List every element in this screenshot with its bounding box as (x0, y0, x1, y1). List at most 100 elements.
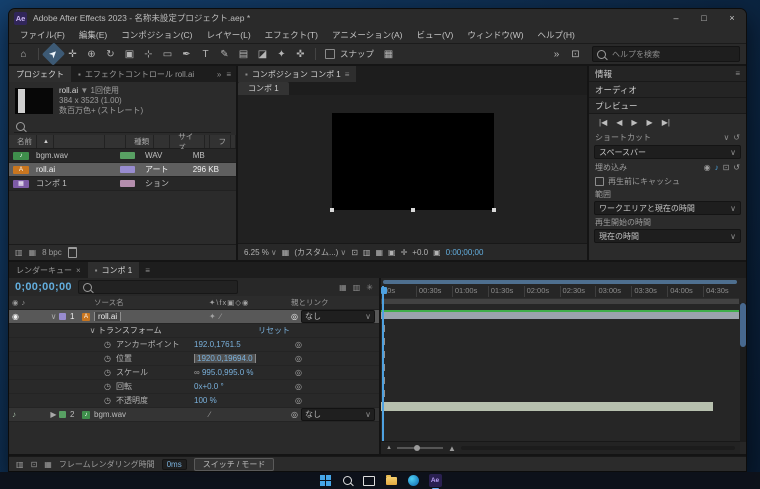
rectangle-tool[interactable]: ▭ (159, 46, 176, 62)
column-kind[interactable]: 種類 (126, 135, 171, 148)
video-toggle-icon[interactable]: ◉ (12, 312, 19, 321)
zoom-tool[interactable]: ⊕ (83, 46, 100, 62)
composition-mini-flowchart-icon[interactable]: ▦ (339, 283, 347, 292)
layer-switches[interactable]: ✦ ∕ (209, 312, 291, 321)
parent-select[interactable]: なし ∨ (300, 310, 375, 323)
panel-menu-icon[interactable]: ≡ (345, 70, 350, 79)
include-video-icon[interactable]: ◉ (704, 163, 711, 172)
vertical-scrollbar[interactable] (740, 303, 746, 442)
pen-tool[interactable]: ✒ (178, 46, 195, 62)
tab-render-queue[interactable]: レンダーキュー × (9, 262, 88, 278)
property-pickwhip-icon[interactable]: ◎ (293, 354, 379, 363)
stopwatch-icon[interactable]: ◷ (104, 354, 116, 363)
layer-row-roll[interactable]: ◉ ∨ 1 A roll.ai ✦ ∕ ◎ なし ∨ (9, 310, 379, 324)
property-row-rotation[interactable]: ◷ 回転 0x+0.0 ° ◎ (9, 380, 379, 394)
trash-icon[interactable] (67, 247, 77, 258)
property-row-opacity[interactable]: ◷ 不透明度 100 % ◎ (9, 394, 379, 408)
timeline-search[interactable] (77, 278, 238, 296)
timeline-graph[interactable]: 00s 00:30s 01:00s 01:30s 02:00s 02:30s 0… (381, 278, 746, 454)
first-frame-button[interactable]: |◀ (599, 118, 607, 127)
layer-handle[interactable] (329, 208, 334, 212)
property-value[interactable]: 192.0,1761.5 (194, 340, 293, 349)
magnification-select[interactable]: 6.25 % ∨ (244, 248, 277, 257)
draft-3d-icon[interactable]: ▥ (353, 283, 361, 292)
last-frame-button[interactable]: ▶| (662, 118, 670, 127)
selection-tool[interactable]: ➤ (41, 42, 66, 66)
mask-visibility-icon[interactable]: ▦ (375, 248, 383, 257)
parent-select[interactable]: なし ∨ (300, 408, 375, 421)
close-tab-icon[interactable]: × (76, 266, 81, 275)
taskbar-search-button[interactable] (341, 474, 354, 487)
file-explorer-button[interactable] (385, 474, 398, 487)
property-pickwhip-icon[interactable]: ◎ (293, 396, 379, 405)
minimize-button[interactable]: – (662, 9, 690, 27)
twirl-closed-icon[interactable]: ▶ (48, 410, 59, 419)
property-name[interactable]: 不透明度 (116, 395, 194, 406)
link-dimensions-icon[interactable]: ∞ (194, 368, 200, 377)
layer-handle[interactable] (410, 208, 415, 212)
property-value[interactable]: 995.0,995.0 % (202, 368, 254, 377)
graph-editor-icon[interactable]: ✳ (366, 283, 373, 292)
status-toggle-icon-3[interactable]: ▦ (44, 460, 52, 469)
help-search-input[interactable] (610, 48, 735, 60)
tab-project[interactable]: プロジェクト (9, 66, 71, 82)
property-value[interactable]: 100 % (194, 396, 293, 405)
property-row-position[interactable]: ◷ 位置 1920.0,19694.0 ◎ (9, 352, 379, 366)
transparency-grid-icon[interactable]: ▥ (363, 248, 371, 257)
parent-pickwhip-icon[interactable]: ◎ (291, 410, 298, 419)
play-from-select[interactable]: 現在の時間 ∨ (594, 229, 741, 243)
zoom-slider-knob[interactable] (413, 445, 420, 451)
flyout-icon[interactable]: ▼ (80, 86, 88, 95)
maximize-button[interactable]: □ (690, 9, 718, 27)
loop-icon[interactable]: ↺ (733, 163, 740, 172)
label-chip[interactable] (119, 166, 135, 173)
audio-panel-header[interactable]: オーディオ (589, 82, 746, 98)
snapshot-camera-icon[interactable]: ▣ (433, 248, 441, 257)
project-row-comp[interactable]: ▦ コンポ 1 ション (9, 177, 236, 191)
twirl-open-icon[interactable]: ∨ (87, 326, 98, 335)
audio-toggle-icon[interactable]: ♪ (12, 410, 16, 419)
column-size[interactable]: サイズ (170, 132, 211, 152)
close-button[interactable]: × (718, 9, 746, 27)
include-audio-icon[interactable]: ♪ (715, 163, 719, 172)
resolution-select[interactable]: (カスタム...) ∨ (294, 247, 346, 258)
overflow-chevron-icon[interactable]: » (548, 46, 565, 62)
type-tool[interactable]: T (197, 46, 214, 62)
property-pickwhip-icon[interactable]: ◎ (293, 368, 379, 377)
layer-bar-bgm[interactable] (381, 402, 714, 411)
menu-window[interactable]: ウィンドウ(W) (460, 29, 530, 41)
project-row-bgm[interactable]: ♪ bgm.wav WAV MB (9, 149, 236, 163)
info-panel-header[interactable]: 情報 ≡ (589, 66, 746, 82)
property-name[interactable]: 位置 (116, 353, 194, 364)
time-ruler[interactable]: 00s 00:30s 01:00s 01:30s 02:00s 02:30s 0… (381, 286, 739, 297)
work-area-bar[interactable] (381, 298, 739, 304)
grid-options-icon[interactable]: ▦ (282, 248, 290, 257)
transform-reset[interactable]: リセット (258, 325, 293, 336)
layer-name[interactable]: bgm.wav (94, 410, 209, 419)
after-effects-taskbar-button[interactable]: Ae (428, 474, 442, 489)
shortcut-select[interactable]: スペースバー ∨ (594, 145, 741, 159)
switch-mode-button[interactable]: スイッチ / モード (193, 457, 275, 471)
menu-file[interactable]: ファイル(F) (13, 29, 72, 41)
menu-edit[interactable]: 編集(E) (72, 29, 114, 41)
property-pickwhip-icon[interactable]: ◎ (293, 382, 379, 391)
horizontal-scrollbar[interactable] (460, 446, 735, 450)
stopwatch-icon[interactable]: ◷ (104, 396, 116, 405)
channel-icon[interactable]: ▣ (388, 248, 396, 257)
stopwatch-icon[interactable]: ◷ (104, 340, 116, 349)
parent-pickwhip-icon[interactable]: ◎ (291, 312, 298, 321)
reset-loop-icon[interactable]: ↺ (733, 133, 740, 142)
task-view-button[interactable] (363, 474, 376, 487)
menu-composition[interactable]: コンポジション(C) (114, 29, 199, 41)
exposure-value[interactable]: +0.0 (412, 248, 428, 257)
help-search[interactable] (592, 46, 740, 62)
label-chip[interactable] (119, 180, 135, 187)
transform-label[interactable]: トランスフォーム (98, 325, 258, 336)
vertical-scrollbar-thumb[interactable] (740, 303, 746, 347)
column-name[interactable]: 名前 ▲ (9, 135, 106, 148)
layer-name[interactable]: roll.ai (94, 312, 122, 321)
zoom-out-icon[interactable]: ▲ (386, 445, 392, 451)
column-f[interactable]: フ (210, 135, 236, 148)
property-value[interactable]: 0x+0.0 ° (194, 382, 293, 391)
next-frame-button[interactable]: ▶ (647, 118, 653, 127)
